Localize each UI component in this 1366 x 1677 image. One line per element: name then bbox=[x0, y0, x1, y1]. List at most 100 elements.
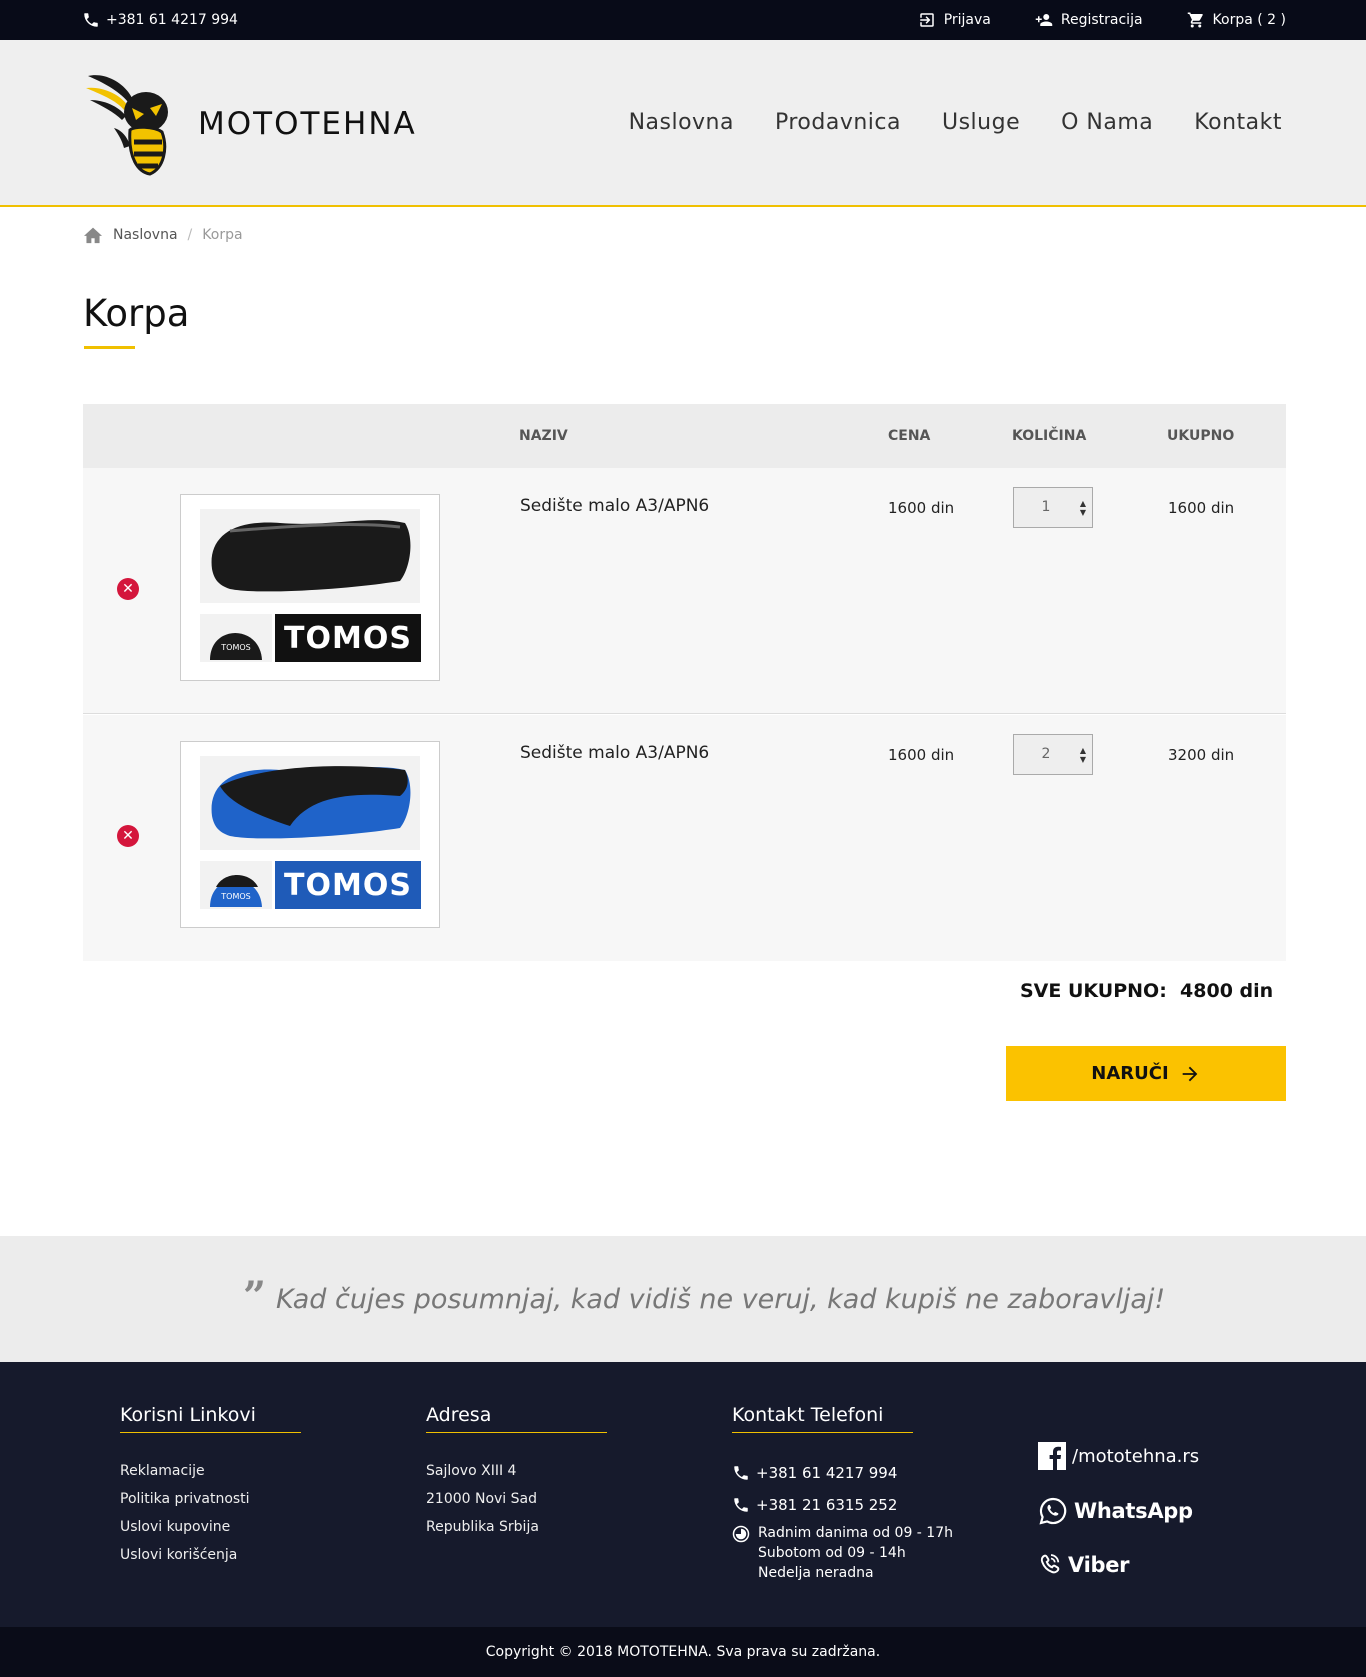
footer-link-kupovina[interactable]: Uslovi kupovine bbox=[120, 1513, 301, 1541]
hours-line: Subotom od 09 - 14h bbox=[758, 1545, 906, 1561]
hours-line: Nedelja neradna bbox=[758, 1565, 874, 1581]
quote-band: ” Kad čujes posumnjaj, kad vidiš ne veru… bbox=[0, 1236, 1366, 1362]
top-phone[interactable]: +381 61 4217 994 bbox=[82, 11, 238, 29]
footer-address-title: Adresa bbox=[426, 1404, 607, 1433]
whatsapp-link[interactable]: WhatsApp bbox=[1038, 1496, 1199, 1526]
login-label: Prijava bbox=[943, 12, 991, 28]
phone-icon bbox=[734, 1498, 748, 1512]
grand-total: SVE UKUPNO: 4800 din bbox=[1020, 980, 1273, 1002]
brand-name[interactable]: MOTOTEHNA bbox=[198, 106, 417, 142]
svg-text:TOMOS: TOMOS bbox=[220, 643, 250, 652]
footer-phone-2[interactable]: +381 21 6315 252 bbox=[732, 1489, 953, 1521]
item-total: 3200 din bbox=[1168, 746, 1235, 764]
facebook-handle: /mototehna.rs bbox=[1072, 1445, 1200, 1467]
working-hours: Radnim danima od 09 - 17h Subotom od 09 … bbox=[732, 1523, 953, 1583]
copyright-bar: Copyright © 2018 MOTOTEHNA. Sva prava su… bbox=[0, 1627, 1366, 1677]
product-image[interactable]: TOMOS TOMOS bbox=[180, 494, 440, 681]
cart-icon bbox=[1187, 12, 1203, 28]
footer-link-koriscenje[interactable]: Uslovi korišćenja bbox=[120, 1541, 301, 1569]
footer-phones-title: Kontakt Telefoni bbox=[732, 1404, 913, 1433]
breadcrumb-separator: / bbox=[187, 227, 193, 243]
main-nav: Naslovna Prodavnica Usluge O Nama Kontak… bbox=[629, 110, 1282, 135]
footer-phone-1[interactable]: +381 61 4217 994 bbox=[732, 1457, 953, 1489]
home-icon[interactable] bbox=[83, 226, 103, 244]
viber-link[interactable]: Viber bbox=[1038, 1552, 1199, 1578]
quantity-stepper[interactable]: 2 ▲ ▼ bbox=[1013, 734, 1093, 775]
grand-total-label: SVE UKUPNO: bbox=[1020, 980, 1167, 1002]
item-name[interactable]: Sedište malo A3/APN6 bbox=[520, 743, 709, 763]
nav-item-kontakt[interactable]: Kontakt bbox=[1194, 110, 1282, 135]
nav-item-prodavnica[interactable]: Prodavnica bbox=[775, 110, 901, 135]
quantity-value[interactable]: 1 bbox=[1014, 499, 1078, 515]
social-links: /mototehna.rs WhatsApp Viber bbox=[1038, 1442, 1199, 1604]
nav-item-usluge[interactable]: Usluge bbox=[942, 110, 1020, 135]
clock-icon bbox=[732, 1525, 750, 1543]
quote-icon: ” bbox=[243, 1273, 267, 1320]
register-link[interactable]: Registracija bbox=[1035, 11, 1143, 29]
col-ukupno: UKUPNO bbox=[1167, 428, 1235, 444]
col-naziv: NAZIV bbox=[519, 428, 568, 444]
facebook-icon bbox=[1038, 1442, 1066, 1470]
top-phone-text: +381 61 4217 994 bbox=[106, 12, 238, 28]
col-cena: CENA bbox=[888, 428, 931, 444]
cart-row: ✕ TOMOS TOMOS Sedište malo A3/APN6 1600 … bbox=[83, 715, 1286, 961]
order-button-label: NARUČI bbox=[1091, 1063, 1169, 1084]
quantity-value[interactable]: 2 bbox=[1014, 746, 1078, 762]
footer-link-reklamacije[interactable]: Reklamacije bbox=[120, 1457, 301, 1485]
breadcrumb: Naslovna / Korpa bbox=[83, 226, 243, 244]
seat-photo-small: TOMOS bbox=[200, 861, 272, 909]
brand-label-image: TOMOS bbox=[275, 861, 421, 909]
add-user-icon bbox=[1035, 14, 1053, 26]
item-total: 1600 din bbox=[1168, 499, 1235, 517]
spinner-arrows-icon[interactable]: ▲ ▼ bbox=[1080, 746, 1086, 764]
arrow-right-icon bbox=[1182, 1066, 1198, 1081]
brand-label-image: TOMOS bbox=[275, 614, 421, 662]
hornet-logo-icon[interactable] bbox=[84, 68, 176, 178]
seat-photo bbox=[200, 509, 420, 603]
viber-label: Viber bbox=[1068, 1553, 1130, 1577]
cart-row: ✕ TOMOS TOMOS Sedište malo A3/APN6 1600 … bbox=[83, 468, 1286, 714]
address-line: 21000 Novi Sad bbox=[426, 1491, 538, 1507]
register-label: Registracija bbox=[1060, 12, 1143, 28]
cart-table-header: NAZIV CENA KOLIČINA UKUPNO bbox=[83, 404, 1286, 468]
viber-icon bbox=[1040, 1554, 1060, 1574]
spinner-arrows-icon[interactable]: ▲ ▼ bbox=[1080, 499, 1086, 517]
nav-item-naslovna[interactable]: Naslovna bbox=[629, 110, 734, 135]
item-price: 1600 din bbox=[888, 746, 955, 764]
phone-icon bbox=[734, 1466, 748, 1480]
footer-links-title: Korisni Linkovi bbox=[120, 1404, 301, 1433]
footer-link-privatnost[interactable]: Politika privatnosti bbox=[120, 1485, 301, 1513]
site-footer: Korisni Linkovi Reklamacije Politika pri… bbox=[0, 1362, 1366, 1627]
nav-item-o-nama[interactable]: O Nama bbox=[1061, 110, 1153, 135]
title-underline bbox=[84, 346, 135, 349]
grand-total-value: 4800 din bbox=[1180, 980, 1274, 1002]
phone-icon bbox=[84, 13, 98, 27]
seat-photo-small: TOMOS bbox=[200, 614, 272, 662]
order-button[interactable]: NARUČI bbox=[1006, 1046, 1286, 1101]
cart-link[interactable]: Korpa ( 2 ) bbox=[1187, 11, 1286, 29]
hours-line: Radnim danima od 09 - 17h bbox=[758, 1525, 953, 1541]
whatsapp-icon bbox=[1039, 1497, 1067, 1525]
login-icon bbox=[919, 13, 934, 27]
whatsapp-label: WhatsApp bbox=[1074, 1499, 1193, 1523]
item-name[interactable]: Sedište malo A3/APN6 bbox=[520, 496, 709, 516]
col-kolicina: KOLIČINA bbox=[1012, 428, 1087, 444]
breadcrumb-home[interactable]: Naslovna bbox=[113, 227, 178, 243]
quote-text: Kad čujes posumnjaj, kad vidiš ne veruj,… bbox=[276, 1284, 1166, 1315]
remove-item-button[interactable]: ✕ bbox=[117, 578, 139, 600]
remove-item-button[interactable]: ✕ bbox=[117, 825, 139, 847]
seat-photo bbox=[200, 756, 420, 850]
cart-label: Korpa ( 2 ) bbox=[1212, 12, 1286, 28]
top-bar: +381 61 4217 994 Prijava Registracija Ko… bbox=[0, 0, 1366, 40]
item-price: 1600 din bbox=[888, 499, 955, 517]
page-title: Korpa bbox=[83, 292, 190, 335]
product-image[interactable]: TOMOS TOMOS bbox=[180, 741, 440, 928]
footer-phone-text: +381 21 6315 252 bbox=[756, 1496, 898, 1514]
svg-text:TOMOS: TOMOS bbox=[220, 892, 250, 901]
address-line: Republika Srbija bbox=[426, 1519, 539, 1535]
facebook-link[interactable]: /mototehna.rs bbox=[1038, 1442, 1199, 1470]
footer-address: Adresa Sajlovo XIII 4 21000 Novi Sad Rep… bbox=[426, 1404, 607, 1541]
footer-links: Korisni Linkovi Reklamacije Politika pri… bbox=[120, 1404, 301, 1569]
quantity-stepper[interactable]: 1 ▲ ▼ bbox=[1013, 487, 1093, 528]
login-link[interactable]: Prijava bbox=[918, 11, 991, 29]
